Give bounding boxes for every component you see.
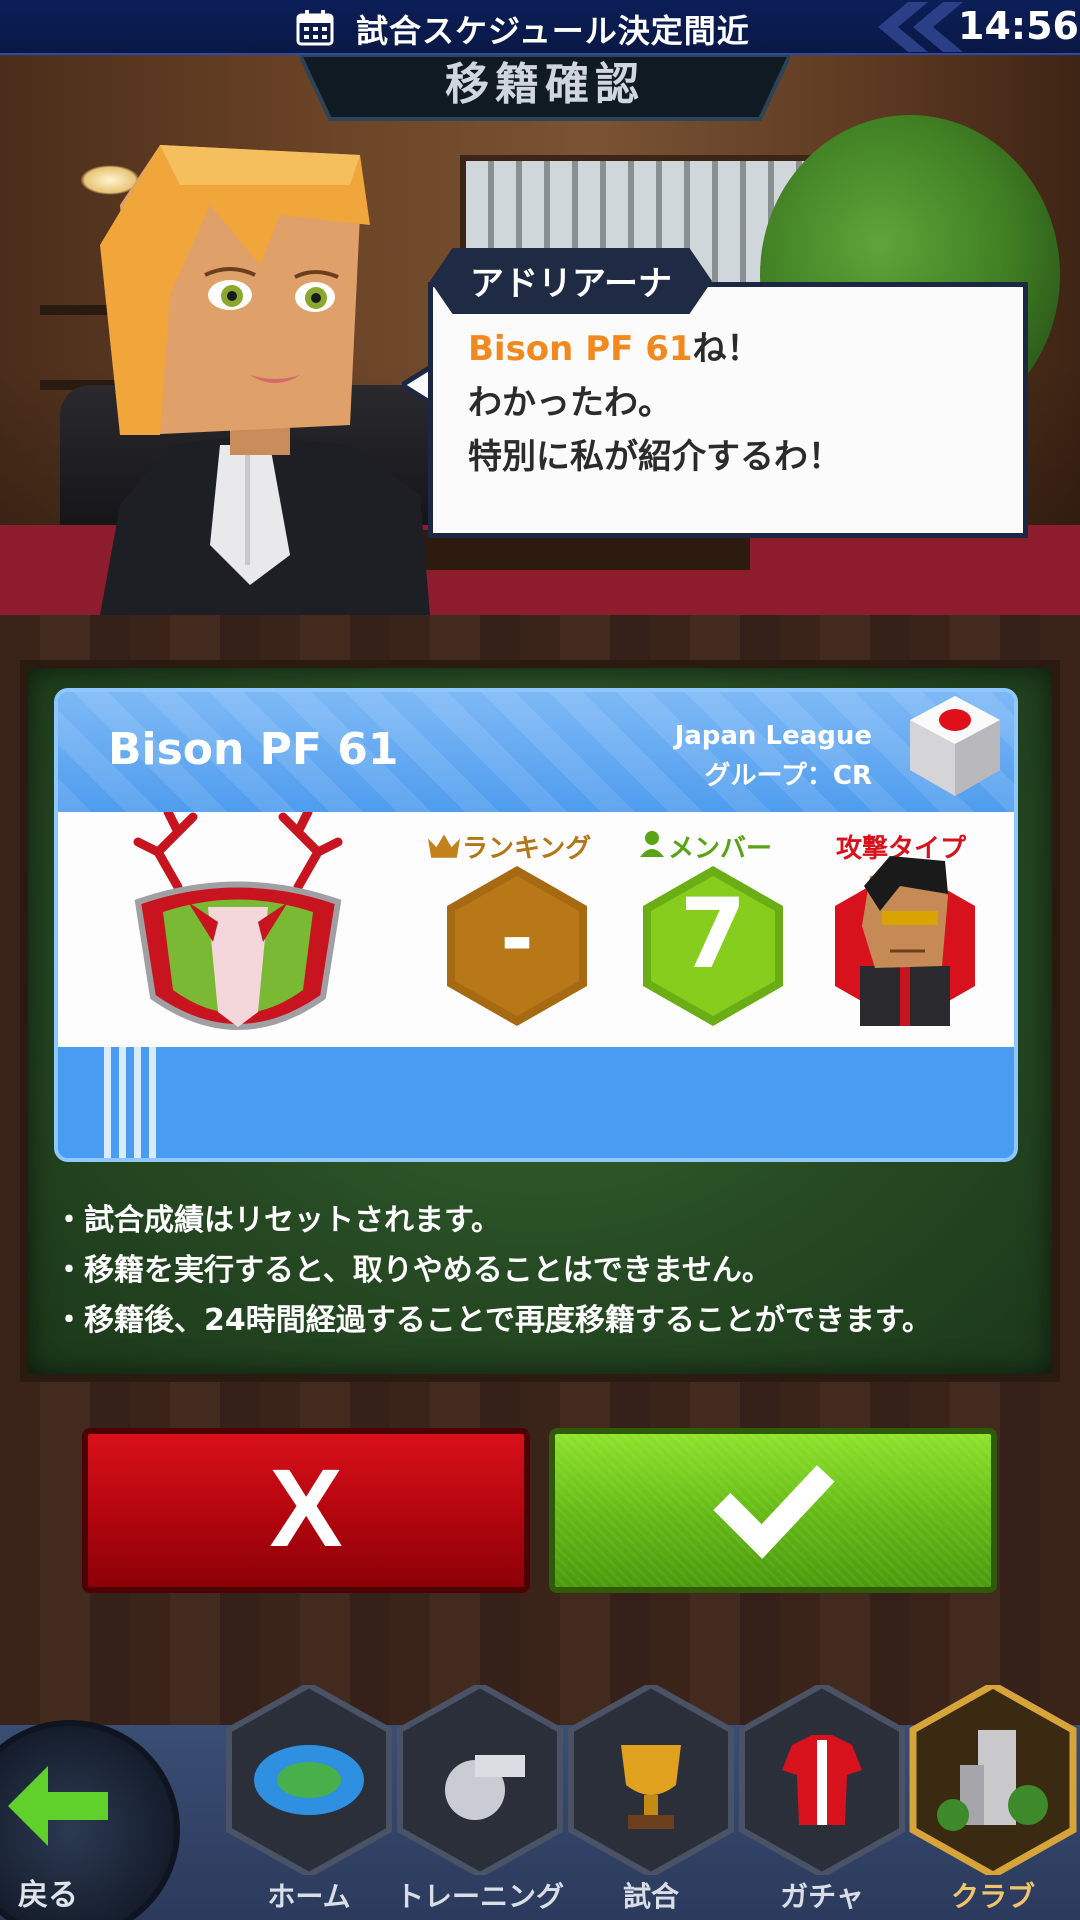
cancel-button[interactable]: X xyxy=(82,1428,530,1593)
stadium-icon xyxy=(226,1685,392,1875)
clock: 14:56 xyxy=(958,4,1079,48)
nav-item-match[interactable]: 試合 xyxy=(566,1685,736,1920)
dialog-line1: ね！ xyxy=(692,329,761,369)
speaker-tag: アドリアーナ xyxy=(430,248,712,314)
jersey-icon xyxy=(739,1685,905,1875)
nav-label: ガチャ xyxy=(780,1880,864,1913)
members-label: メンバー xyxy=(668,834,773,864)
nav-label: クラブ xyxy=(950,1880,1035,1913)
speaker-name: アドリアーナ xyxy=(470,264,672,304)
club-card-header: Bison PF 61 Japan League グループ：CR xyxy=(58,692,1014,812)
nav-item-training[interactable]: トレーニング xyxy=(395,1685,565,1920)
ranking-label: ランキング xyxy=(462,834,592,864)
nav-label: ホーム xyxy=(267,1880,351,1913)
rule-item: ・試合成績はリセットされます。 xyxy=(54,1203,501,1238)
members-value: 7 xyxy=(679,878,747,990)
clubhouse-icon xyxy=(909,1685,1077,1875)
check-icon xyxy=(713,1465,835,1559)
attack-type-coach-icon xyxy=(835,856,975,1026)
dialog-line3: 特別に私が紹介するわ！ xyxy=(468,437,842,477)
league-info: Japan League グループ：CR xyxy=(675,716,872,796)
page-title-plate: 移籍確認 xyxy=(300,55,790,125)
status-bar: 試合スケジュール決定間近 14:56 xyxy=(0,0,1080,55)
league-name: Japan League xyxy=(674,721,872,751)
dialog-line2: わかったわ。 xyxy=(468,383,672,423)
rule-item: ・移籍後、24時間経過することで再度移籍することができます。 xyxy=(54,1303,932,1338)
rule-item: ・移籍を実行すると、取りやめることはできません。 xyxy=(54,1253,772,1288)
nav-item-gacha[interactable]: ガチャ xyxy=(737,1685,907,1920)
club-card-footer xyxy=(58,1047,1014,1158)
nav-item-club[interactable]: クラブ xyxy=(908,1685,1078,1920)
transfer-rules: ・試合成績はリセットされます。 ・移籍を実行すると、取りやめることはできません。… xyxy=(54,1196,1034,1346)
member-icon xyxy=(640,831,664,857)
adriana-character xyxy=(100,145,430,615)
trophy-icon xyxy=(568,1685,734,1875)
back-arrow-icon xyxy=(8,1766,108,1846)
page-title: 移籍確認 xyxy=(445,59,645,110)
club-card-body: ランキング - メンバー 7 攻撃タイプ xyxy=(58,812,1014,1047)
league-group: グループ：CR xyxy=(704,761,872,791)
schedule-notice[interactable]: 試合スケジュール決定間近 xyxy=(356,6,750,52)
nav-label: 試合 xyxy=(622,1880,679,1913)
dialog-club-name: Bison PF 61 xyxy=(468,329,693,369)
crown-icon xyxy=(428,834,460,858)
ranking-value: - xyxy=(500,892,534,985)
confirm-button[interactable] xyxy=(549,1428,997,1593)
whistle-icon xyxy=(397,1685,563,1875)
dialog-text: Bison PF 61ね！ わかったわ。 特別に私が紹介するわ！ xyxy=(468,322,1008,484)
x-icon: X xyxy=(269,1447,343,1570)
nav-item-home[interactable]: ホーム xyxy=(224,1685,394,1920)
back-label: 戻る xyxy=(18,1878,78,1913)
nav-label: トレーニング xyxy=(395,1880,564,1913)
deer-emblem-icon xyxy=(133,812,343,1030)
japan-flag-cube-icon xyxy=(910,696,1000,796)
club-card: Bison PF 61 Japan League グループ：CR ランキング -… xyxy=(54,688,1018,1162)
calendar-icon xyxy=(296,10,334,46)
card-stripes xyxy=(104,1047,164,1158)
club-name: Bison PF 61 xyxy=(108,724,399,775)
